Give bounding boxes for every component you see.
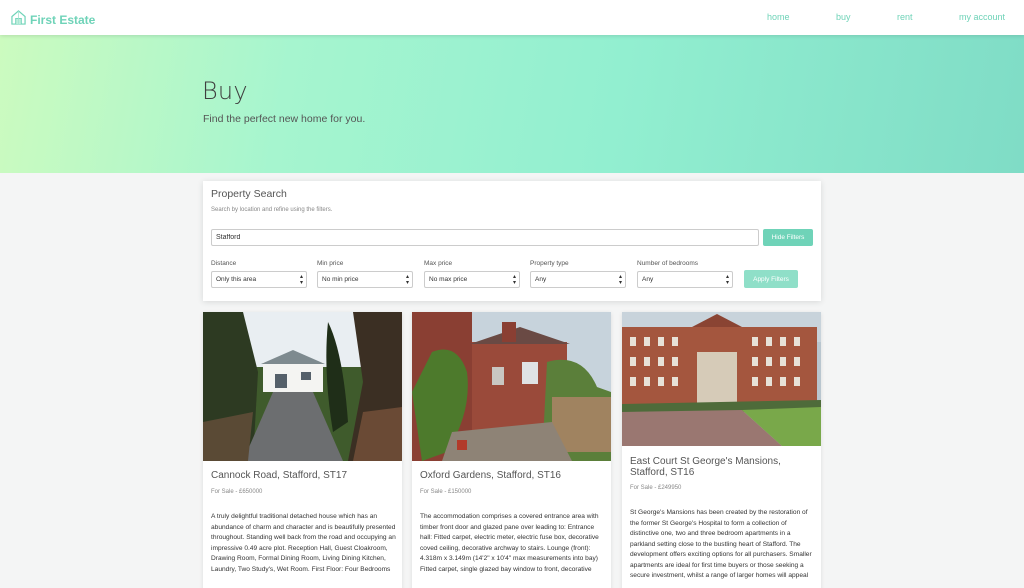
max-price-select[interactable]: No max price ▴ ▾ <box>424 271 520 288</box>
bedrooms-select-value: Any <box>642 276 654 283</box>
property-type-filter-label: Property type <box>530 260 569 267</box>
page-title: Buy <box>202 77 248 105</box>
nav-link-my-account[interactable]: my account <box>959 12 1005 22</box>
updown-arrow-icon: ▴ ▾ <box>725 274 729 286</box>
property-card[interactable]: Oxford Gardens, Stafford, ST16 For Sale … <box>412 312 611 588</box>
house-logo-icon <box>11 10 26 30</box>
hide-filters-button[interactable]: Hide Filters <box>763 229 813 246</box>
brand-link[interactable]: First Estate <box>11 10 95 30</box>
min-price-filter-label: Min price <box>317 260 344 267</box>
search-panel-title: Property Search <box>211 188 287 200</box>
property-photo[interactable] <box>412 312 611 461</box>
updown-arrow-icon: ▴ ▾ <box>618 274 622 286</box>
property-type-select[interactable]: Any ▴ ▾ <box>530 271 626 288</box>
nav-link-rent[interactable]: rent <box>897 12 913 22</box>
hero-banner: Buy Find the perfect new home for you. <box>0 35 1024 173</box>
max-price-filter-label: Max price <box>424 260 453 267</box>
bedrooms-select[interactable]: Any ▴ ▾ <box>637 271 733 288</box>
property-description: A truly delightful traditional detached … <box>211 513 396 573</box>
property-photo[interactable] <box>622 312 821 461</box>
location-search-input[interactable] <box>211 229 759 246</box>
property-description: St George's Mansions has been created by… <box>630 509 812 579</box>
updown-arrow-icon: ▴ ▾ <box>405 274 409 286</box>
distance-filter-label: Distance <box>211 260 237 267</box>
nav-link-buy[interactable]: buy <box>836 12 851 22</box>
distance-select[interactable]: Only this area ▴ ▾ <box>211 271 307 288</box>
property-description: The accommodation comprises a covered en… <box>420 513 599 573</box>
updown-arrow-icon: ▴ ▾ <box>512 274 516 286</box>
min-price-select-value: No min price <box>322 276 359 283</box>
nav-link-home[interactable]: home <box>767 12 790 22</box>
property-title[interactable]: Cannock Road, Stafford, ST17 <box>211 470 347 481</box>
property-search-panel: Property Search Search by location and r… <box>203 181 821 301</box>
search-panel-description: Search by location and refine using the … <box>211 207 333 213</box>
property-card[interactable]: Cannock Road, Stafford, ST17 For Sale - … <box>203 312 402 588</box>
property-type-select-value: Any <box>535 276 547 283</box>
property-price: For Sale - £150000 <box>420 489 472 495</box>
property-title[interactable]: Oxford Gardens, Stafford, ST16 <box>420 470 561 481</box>
property-photo[interactable] <box>203 312 402 461</box>
property-price: For Sale - £249950 <box>630 485 682 491</box>
bedrooms-filter-label: Number of bedrooms <box>637 260 699 267</box>
max-price-select-value: No max price <box>429 276 468 283</box>
apply-filters-button[interactable]: Apply Filters <box>744 270 798 288</box>
property-card[interactable]: East Court St George's Mansions, Staffor… <box>622 312 821 588</box>
property-title[interactable]: East Court St George's Mansions, Staffor… <box>630 456 810 478</box>
property-price: For Sale - £650000 <box>211 489 263 495</box>
top-navbar: First Estate home buy rent my account <box>0 0 1024 35</box>
page-subtitle: Find the perfect new home for you. <box>203 113 366 125</box>
brand-name: First Estate <box>30 13 96 27</box>
distance-select-value: Only this area <box>216 276 257 283</box>
updown-arrow-icon: ▴ ▾ <box>299 274 303 286</box>
min-price-select[interactable]: No min price ▴ ▾ <box>317 271 413 288</box>
